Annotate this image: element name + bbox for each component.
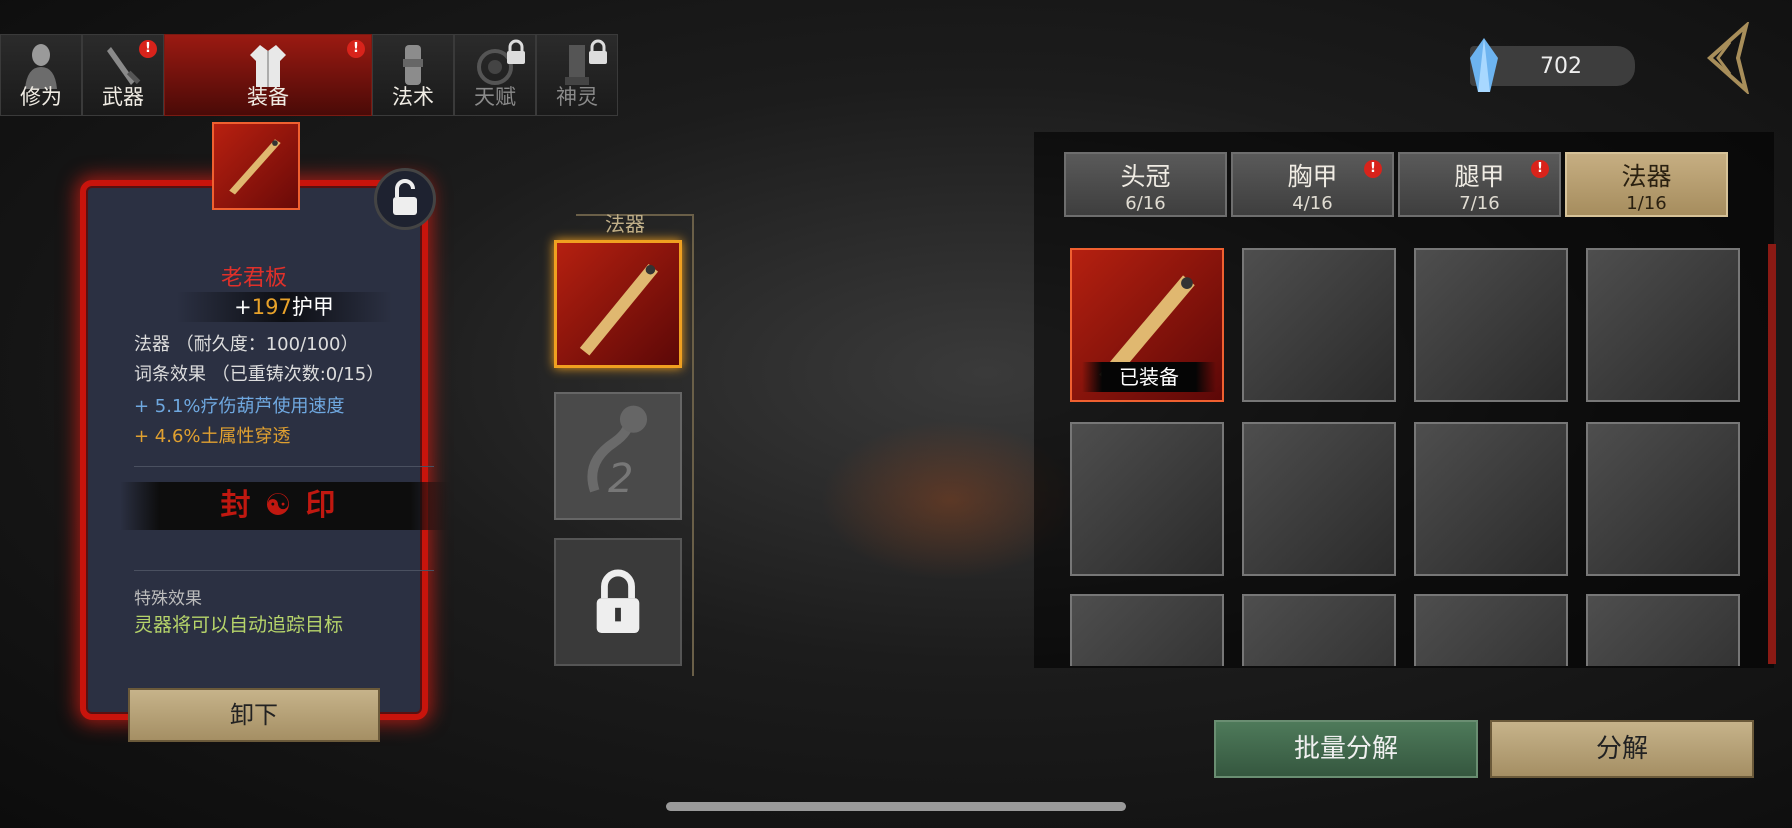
lock-icon — [589, 39, 607, 64]
tab-label: 武器 — [102, 85, 144, 109]
category-count: 4/16 — [1292, 193, 1333, 214]
special-effect-label: 特殊效果 — [134, 589, 202, 609]
affix-2: + 4.6%土属性穿透 — [134, 426, 291, 447]
currency-value: 702 — [1540, 54, 1582, 79]
slot-number: 2 — [608, 456, 634, 502]
tab-artifact[interactable]: 法器 1/16 — [1565, 152, 1728, 217]
inventory-cell[interactable]: 已装备 — [1070, 248, 1224, 402]
unequip-button[interactable]: 卸下 — [128, 688, 380, 742]
plank-icon — [579, 263, 659, 356]
tab-label: 修为 — [20, 85, 62, 109]
unlock-icon[interactable] — [374, 168, 436, 230]
seal-banner: 封☯印 — [120, 482, 450, 530]
alert-badge: ! — [139, 40, 157, 58]
crystal-icon — [1470, 38, 1498, 92]
tab-chest[interactable]: 胸甲 4/16 ! — [1231, 152, 1394, 217]
tab-label: 天赋 — [474, 85, 516, 109]
inventory-scrollbar[interactable] — [1768, 244, 1776, 664]
divider — [134, 570, 434, 571]
tab-label: 装备 — [247, 85, 289, 109]
card-frame: 老君板 +197护甲 法器 （耐久度：100/100） 词条效果 （已重铸次数:… — [80, 180, 450, 720]
equip-slot-1[interactable] — [554, 240, 682, 368]
item-thumbnail — [212, 122, 300, 210]
top-tab-bar: 修为 ! 武器 ! 装备 法术 天赋 神灵 — [0, 34, 618, 116]
tab-deity[interactable]: 神灵 — [536, 34, 618, 116]
inventory-cell[interactable] — [1414, 594, 1568, 666]
category-name: 头冠 — [1120, 162, 1171, 191]
tab-weapon[interactable]: ! 武器 — [82, 34, 164, 116]
inventory-cell[interactable] — [1414, 248, 1568, 402]
lock-icon — [507, 39, 525, 64]
inventory-cell[interactable] — [1070, 422, 1224, 576]
category-count: 7/16 — [1459, 193, 1500, 214]
equip-slot-2[interactable]: 2 — [554, 392, 682, 520]
affix-header: 词条效果 （已重铸次数:0/15） — [134, 364, 385, 385]
slot-column-title: 法器 — [605, 212, 645, 236]
bulk-decompose-button[interactable]: 批量分解 — [1214, 720, 1478, 778]
home-indicator[interactable] — [666, 802, 1126, 811]
affix-1: + 5.1%疗伤葫芦使用速度 — [134, 396, 345, 417]
item-detail-card: 老君板 +197护甲 法器 （耐久度：100/100） 词条效果 （已重铸次数:… — [56, 122, 452, 742]
inventory-cell[interactable] — [1586, 594, 1740, 666]
inventory-cell[interactable] — [1586, 248, 1740, 402]
item-name: 老君板 — [220, 266, 287, 291]
category-name: 法器 — [1621, 162, 1672, 191]
armor-prefix: + — [234, 295, 252, 319]
plank-icon — [229, 139, 281, 195]
armor-stat: +197护甲 — [176, 292, 392, 322]
armor-label: 护甲 — [291, 295, 334, 319]
category-count: 1/16 — [1626, 193, 1667, 214]
tab-cultivation[interactable]: 修为 — [0, 34, 82, 116]
inventory-cell[interactable] — [1414, 422, 1568, 576]
armor-value: 197 — [251, 295, 292, 319]
tab-helmet[interactable]: 头冠 6/16 — [1064, 152, 1227, 217]
tab-talent[interactable]: 天赋 — [454, 34, 536, 116]
back-icon[interactable] — [1700, 22, 1752, 94]
special-effect-text: 灵器将可以自动追踪目标 — [134, 614, 344, 636]
alert-badge: ! — [1531, 160, 1549, 178]
inventory-cell[interactable] — [1242, 422, 1396, 576]
tab-equipment[interactable]: ! 装备 — [164, 34, 372, 116]
alert-badge: ! — [1364, 160, 1382, 178]
inventory-cell[interactable] — [1242, 594, 1396, 666]
tab-label: 法术 — [392, 85, 434, 109]
category-tabs: 头冠 6/16 胸甲 4/16 ! 腿甲 7/16 ! 法器 1/16 — [1064, 152, 1728, 217]
tab-label: 神灵 — [556, 85, 598, 109]
equipped-tag: 已装备 — [1082, 362, 1216, 392]
equip-slot-3-locked[interactable] — [554, 538, 682, 666]
divider — [134, 466, 434, 467]
decompose-button[interactable]: 分解 — [1490, 720, 1754, 778]
inventory-grid: 已装备 — [1070, 248, 1744, 666]
alert-badge: ! — [347, 40, 365, 58]
lock-icon — [596, 569, 640, 633]
category-count: 6/16 — [1125, 193, 1166, 214]
item-type-line: 法器 （耐久度：100/100） — [134, 334, 359, 355]
inventory-cell[interactable] — [1586, 422, 1740, 576]
inventory-cell[interactable] — [1242, 248, 1396, 402]
tab-spell[interactable]: 法术 — [372, 34, 454, 116]
tab-legs[interactable]: 腿甲 7/16 ! — [1398, 152, 1561, 217]
inventory-cell[interactable] — [1070, 594, 1224, 666]
